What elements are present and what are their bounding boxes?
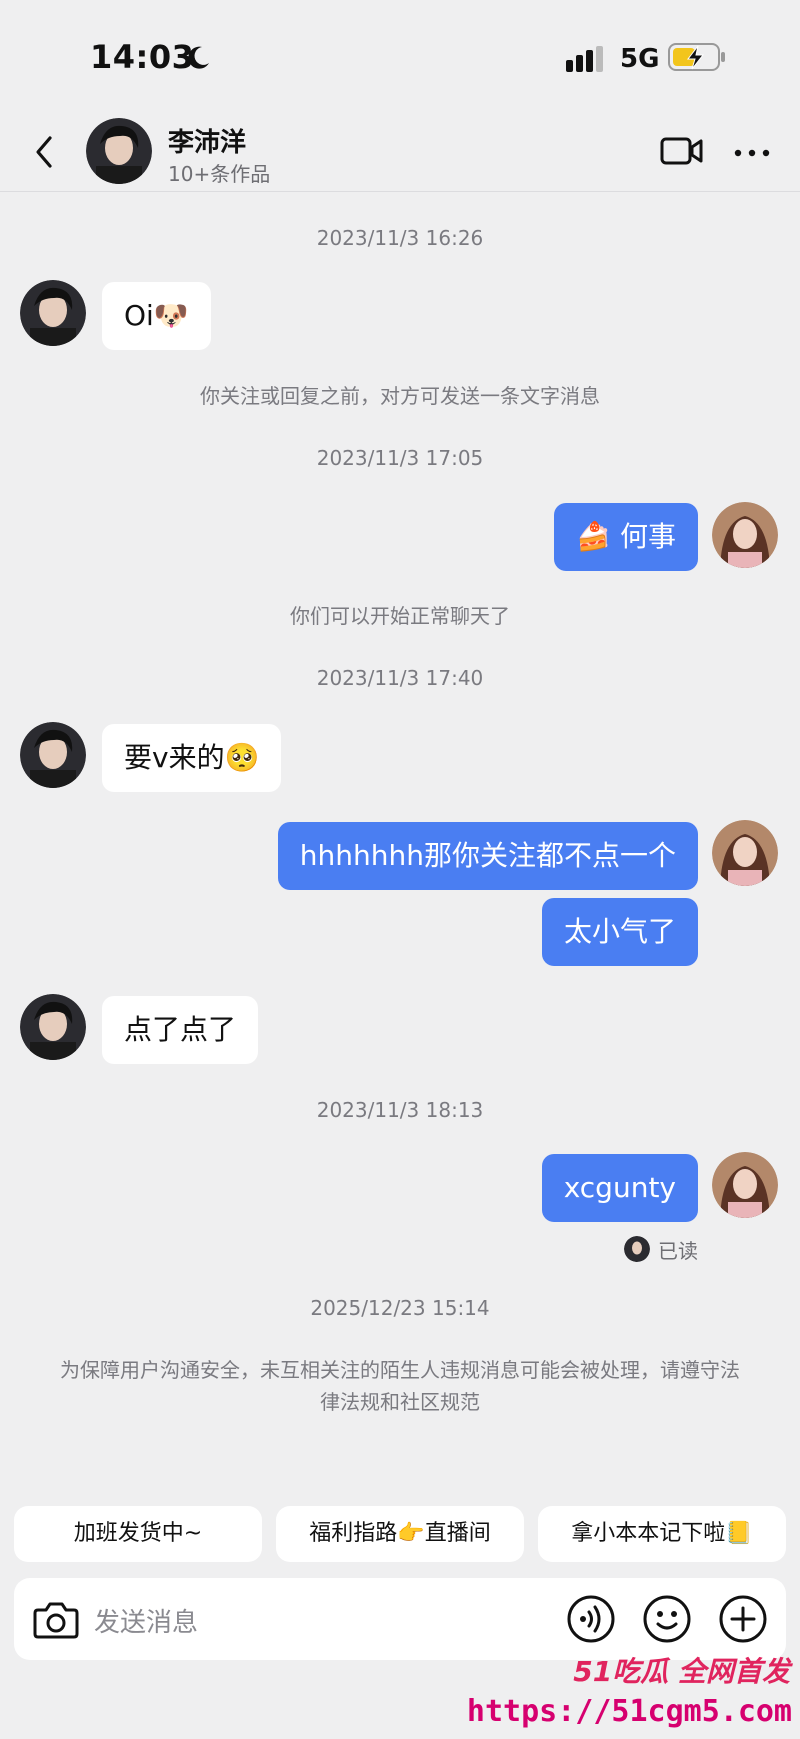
battery-charging-icon (668, 43, 725, 71)
read-label: 已读 (658, 1238, 698, 1263)
quick-reply-chip[interactable]: 拿小本本记下啦📒 (538, 1506, 786, 1562)
watermark-url: https://51cgm5.com (466, 1694, 792, 1729)
timestamp: 2025/12/23 15:14 (310, 1296, 490, 1320)
contact-subtitle[interactable]: 10+条作品 (168, 158, 270, 187)
message-input[interactable]: 发送消息 (94, 1602, 198, 1639)
system-note: 你们可以开始正常聊天了 (290, 604, 510, 628)
outgoing-message[interactable]: 太小气了 (541, 898, 698, 966)
contact-avatar[interactable] (86, 118, 152, 184)
status-time: 14:03 (90, 38, 195, 76)
outgoing-message[interactable]: hhhhhhh那你关注都不点一个 (277, 822, 698, 890)
emoji-icon[interactable] (642, 1594, 692, 1644)
system-note: 你关注或回复之前，对方可发送一条文字消息 (200, 384, 600, 408)
quick-replies: 加班发货中~ 福利指路👉直播间 拿小本本记下啦📒 (14, 1506, 786, 1562)
timestamp: 2023/11/3 16:26 (316, 226, 484, 250)
video-call-icon[interactable] (660, 136, 704, 166)
read-receipt-avatar (624, 1236, 650, 1262)
read-receipt: 已读 (624, 1234, 698, 1264)
voice-icon[interactable] (566, 1594, 616, 1644)
quick-reply-chip[interactable]: 福利指路👉直播间 (276, 1506, 524, 1562)
watermark: 51吃瓜 全网首发 https://51cgm5.com (467, 1650, 800, 1739)
back-icon[interactable] (30, 132, 60, 172)
incoming-message[interactable]: Oi🐶 (102, 282, 211, 350)
timestamp: 2023/11/3 17:40 (316, 666, 484, 690)
self-avatar[interactable] (712, 820, 778, 886)
sticker-icon: 🍰 (576, 520, 620, 553)
outgoing-message[interactable]: xcgunty (541, 1154, 698, 1222)
quick-reply-chip[interactable]: 加班发货中~ (14, 1506, 262, 1562)
incoming-message[interactable]: 要v来的🥺 (102, 724, 282, 792)
more-icon[interactable] (734, 148, 770, 158)
timestamp: 2023/11/3 17:05 (316, 446, 484, 470)
contact-message-avatar[interactable] (20, 994, 86, 1060)
network-label: 5G (620, 44, 660, 74)
self-avatar[interactable] (712, 1152, 778, 1218)
chat-header: 李沛洋 10+条作品 (0, 110, 800, 192)
contact-name: 李沛洋 (168, 128, 247, 158)
moon-icon (188, 46, 209, 69)
outgoing-message[interactable]: 🍰 何事 (554, 503, 698, 571)
signal-icon (566, 46, 603, 72)
self-avatar[interactable] (712, 502, 778, 568)
contact-message-avatar[interactable] (20, 280, 86, 346)
system-note: 为保障用户沟通安全，未互相关注的陌生人违规消息可能会被处理，请遵守法律法规和社区… (60, 1358, 740, 1414)
camera-icon[interactable] (32, 1596, 80, 1642)
contact-message-avatar[interactable] (20, 722, 86, 788)
watermark-brand: 51吃瓜 全网首发 (573, 1655, 790, 1688)
plus-icon[interactable] (718, 1594, 768, 1644)
incoming-message[interactable]: 点了点了 (102, 996, 259, 1064)
status-bar: 14:03 5G (0, 0, 800, 110)
message-input-bar: 发送消息 (14, 1578, 786, 1660)
outgoing-message-text: 何事 (619, 520, 676, 553)
timestamp: 2023/11/3 18:13 (316, 1098, 484, 1122)
